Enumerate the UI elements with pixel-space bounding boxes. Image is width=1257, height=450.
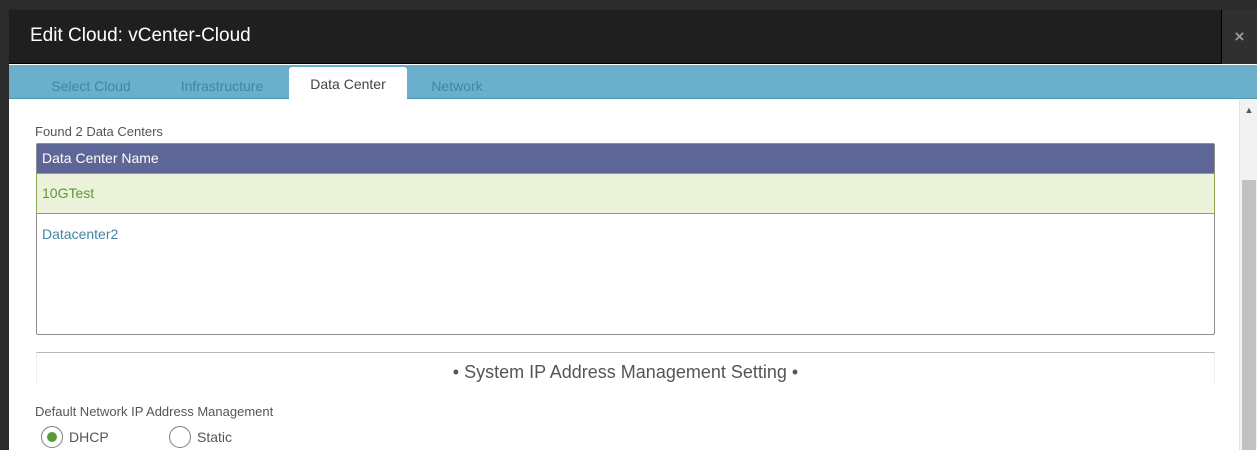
close-icon[interactable]: × [1221, 10, 1257, 64]
radio-unchecked-icon[interactable] [169, 426, 191, 448]
section-title: • System IP Address Management Setting • [452, 362, 799, 382]
vertical-scrollbar[interactable]: ▲ [1239, 100, 1257, 450]
radio-checked-icon[interactable] [41, 426, 63, 448]
default-ip-management-label: Default Network IP Address Management [35, 404, 274, 419]
data-center-table: Data Center Name 10GTest Datacenter2 [36, 143, 1215, 335]
tab-data-center[interactable]: Data Center [289, 67, 407, 100]
tab-infrastructure[interactable]: Infrastructure [161, 67, 283, 99]
ip-management-section-header: • System IP Address Management Setting • [36, 352, 1215, 384]
table-row[interactable]: 10GTest [36, 173, 1215, 214]
tab-content: Found 2 Data Centers Data Center Name 10… [9, 100, 1239, 450]
table-header-data-center-name: Data Center Name [37, 144, 1214, 173]
tab-select-cloud[interactable]: Select Cloud [37, 67, 145, 99]
static-radio[interactable]: Static [169, 425, 269, 449]
scroll-up-icon[interactable]: ▲ [1240, 100, 1257, 118]
dhcp-radio[interactable]: DHCP [41, 425, 141, 449]
edit-cloud-dialog: Edit Cloud: vCenter-Cloud × Select Cloud… [9, 10, 1257, 450]
dhcp-label: DHCP [69, 429, 109, 445]
static-label: Static [197, 429, 233, 445]
table-row[interactable]: Datacenter2 [37, 214, 1214, 255]
dialog-title-bar: Edit Cloud: vCenter-Cloud × [9, 10, 1257, 64]
found-data-centers-text: Found 2 Data Centers [35, 124, 163, 139]
dialog-title: Edit Cloud: vCenter-Cloud [30, 25, 251, 46]
tab-bar: Select Cloud Infrastructure Data Center … [9, 65, 1257, 100]
tab-network[interactable]: Network [417, 67, 497, 99]
scroll-thumb[interactable] [1242, 180, 1256, 450]
